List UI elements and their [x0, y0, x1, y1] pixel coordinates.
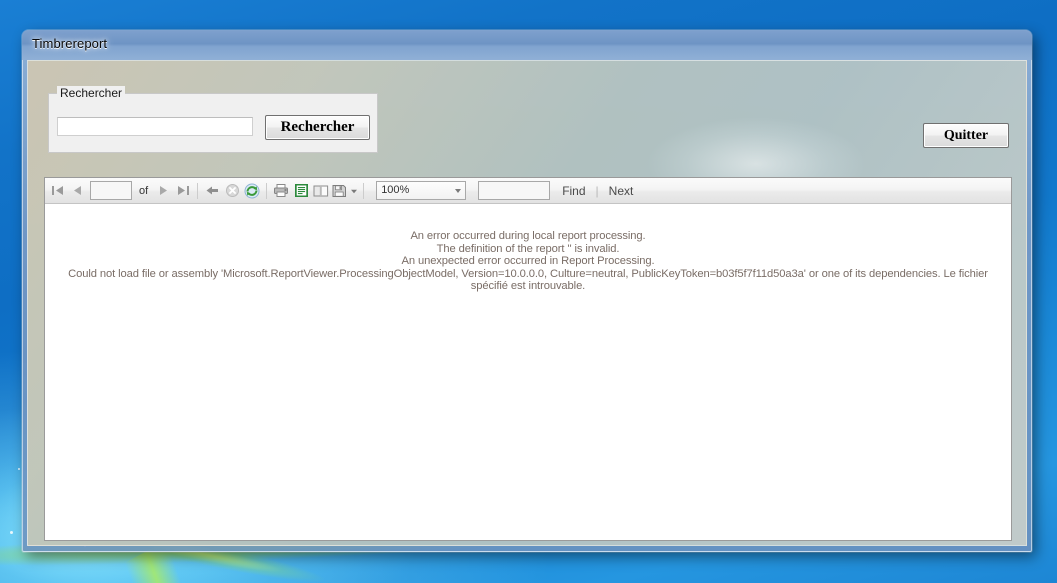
export-save-icon[interactable] [331, 180, 348, 201]
toolbar-separator [197, 182, 199, 199]
search-button[interactable]: Rechercher [265, 115, 370, 140]
window-title: Timbrereport [32, 36, 108, 51]
refresh-icon[interactable] [242, 180, 262, 201]
next-page-icon[interactable] [153, 180, 173, 201]
desktop-background: Timbrereport Rechercher Rechercher Quitt… [0, 0, 1057, 583]
error-line-3: An unexpected error occurred in Report P… [401, 255, 655, 268]
search-groupbox-legend: Rechercher [57, 86, 126, 100]
find-input[interactable] [478, 181, 551, 200]
zoom-select-value: 100% [376, 181, 467, 200]
search-input[interactable] [57, 117, 253, 136]
search-groupbox: Rechercher Rechercher [48, 86, 378, 153]
print-layout-icon[interactable] [291, 180, 311, 201]
page-number-input[interactable] [90, 181, 132, 200]
error-line-2: The definition of the report '' is inval… [436, 242, 620, 255]
report-toolbar: of 100% Find | Next [45, 178, 1011, 204]
error-line-1: An error occurred during local report pr… [410, 230, 646, 242]
find-button[interactable]: Find [562, 184, 585, 198]
first-page-icon[interactable] [47, 180, 67, 201]
chevron-down-icon [455, 189, 462, 193]
find-next-divider: | [595, 183, 599, 198]
error-line-4: Could not load file or assembly 'Microso… [68, 267, 988, 293]
zoom-select[interactable]: 100% [376, 181, 467, 200]
chevron-down-icon[interactable] [348, 180, 359, 201]
stop-icon [222, 180, 242, 201]
page-of-label: of [139, 184, 149, 197]
window-title-bar[interactable]: Timbrereport [22, 30, 1032, 60]
report-viewer: of 100% Find | Next An error occurred du… [44, 177, 1012, 541]
previous-page-icon[interactable] [67, 180, 87, 201]
window-client-area: Rechercher Rechercher Quitter of 100% Fi… [27, 60, 1027, 546]
find-next-button[interactable]: Next [609, 184, 634, 198]
sparkle [10, 531, 13, 534]
back-arrow-icon[interactable] [202, 180, 222, 201]
report-canvas: An error occurred during local report pr… [45, 204, 1011, 540]
application-window: Timbrereport Rechercher Rechercher Quitt… [22, 30, 1032, 552]
sparkle [18, 468, 20, 470]
report-error-message: An error occurred during local report pr… [45, 230, 1011, 293]
toolbar-separator [266, 182, 268, 199]
quit-button[interactable]: Quitter [923, 123, 1009, 148]
toolbar-separator [363, 182, 365, 199]
print-icon[interactable] [271, 180, 291, 201]
page-setup-icon[interactable] [311, 180, 331, 201]
last-page-icon[interactable] [173, 180, 193, 201]
